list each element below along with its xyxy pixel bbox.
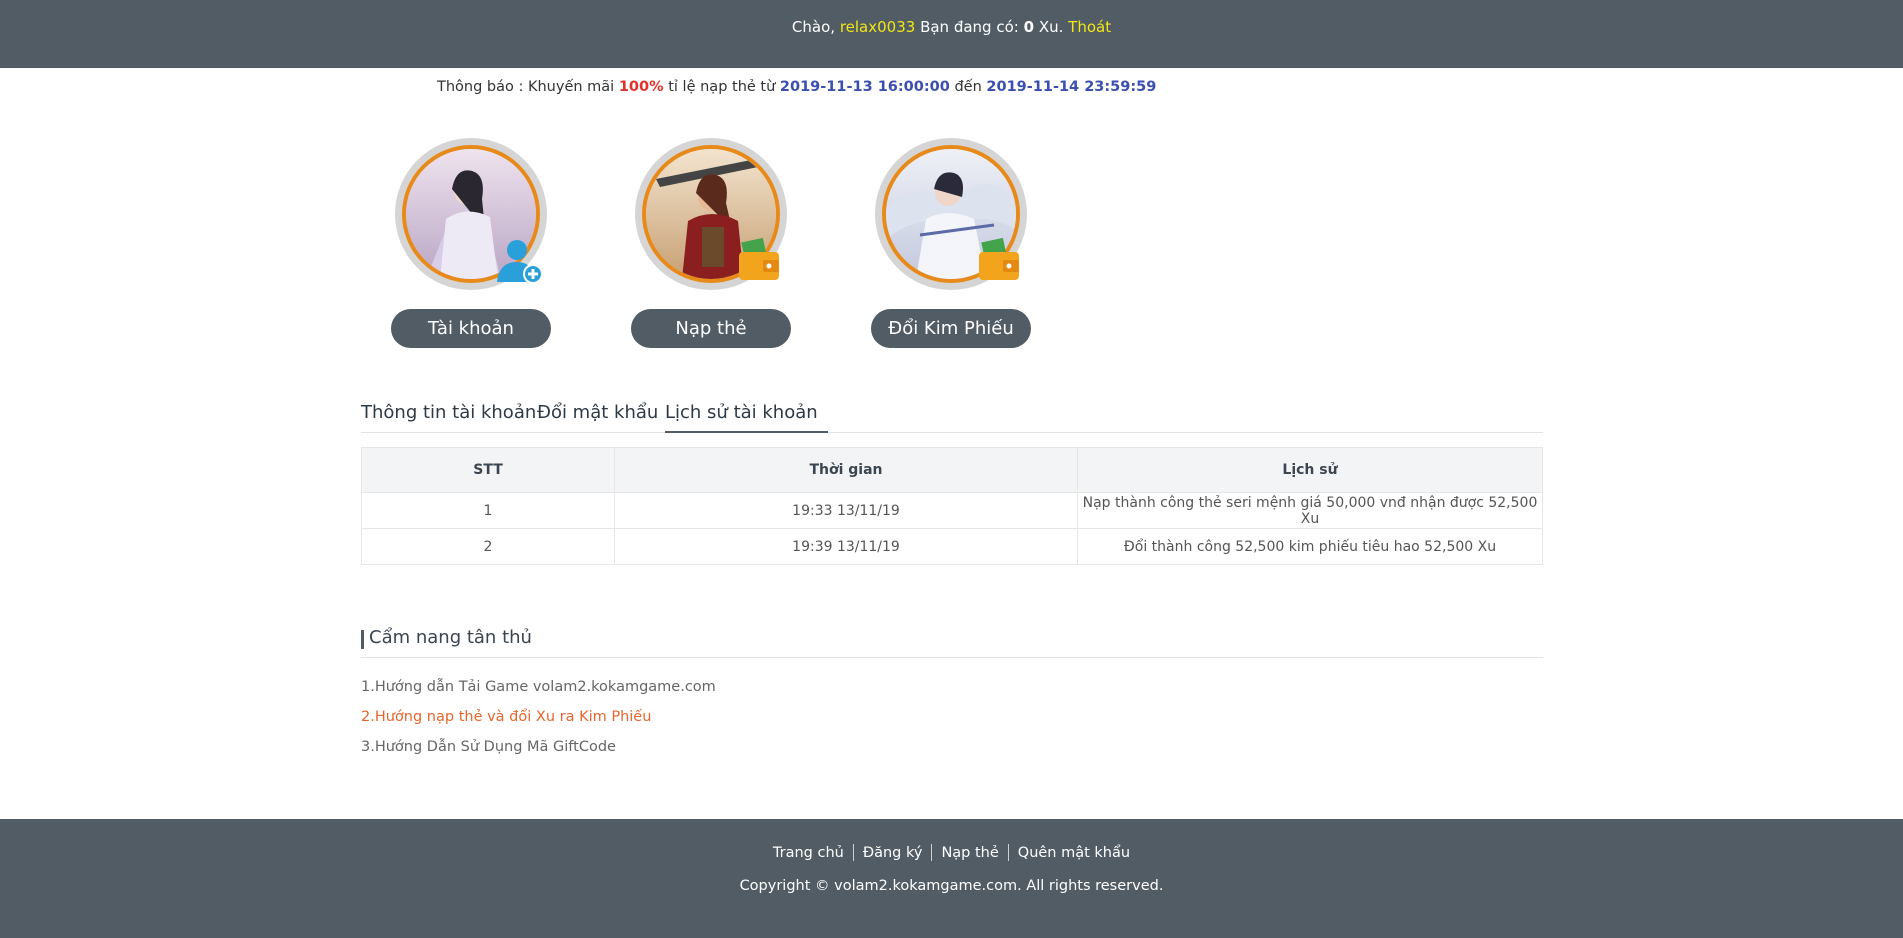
username: relax0033 [839,18,916,36]
footer-link-forgot-password[interactable]: Quên mật khẩu [1009,845,1139,861]
topup-avatar[interactable] [635,138,787,290]
wallet-icon [979,237,1019,280]
footer-link-register[interactable]: Đăng ký [854,845,932,861]
account-tabs: Thông tin tài khoản Đổi mật khẩu Lịch sử… [361,402,1543,433]
cell-history: Nạp thành công thẻ seri mệnh giá 50,000 … [1077,492,1543,529]
add-user-icon [497,240,543,284]
account-button[interactable]: Tài khoản [391,309,551,348]
header-history: Lịch sử [1077,447,1543,493]
promo-notice: Thông báo : Khuyến mãi 100% tỉ lệ nạp th… [437,79,1156,95]
table-row: 1 19:33 13/11/19 Nạp thành công thẻ seri… [361,492,1543,529]
top-bar: Chào, relax0033 Bạn đang có: 0 Xu. Thoát [0,0,1903,68]
history-table: STT Thời gian Lịch sử 1 19:33 13/11/19 N… [361,447,1543,565]
cell-stt: 2 [361,528,615,565]
guide-link-download[interactable]: 1.Hướng dẫn Tải Game volam2.kokamgame.co… [361,679,716,695]
footer-links: Trang chủ Đăng ký Nạp thẻ Quên mật khẩu [0,844,1903,861]
card-account: Tài khoản [391,138,551,348]
balance-value: 0 [1023,18,1035,36]
footer-link-topup[interactable]: Nạp thẻ [932,845,1007,861]
card-exchange: Đổi Kim Phiếu [871,138,1031,348]
exchange-avatar[interactable] [875,138,1027,290]
account-avatar[interactable] [395,138,547,290]
promo-percent: 100% [618,79,664,95]
currency-label: Xu. [1038,18,1064,36]
tab-account-info[interactable]: Thông tin tài khoản [361,402,536,433]
card-topup: Nạp thẻ [631,138,791,348]
guide-section-title: Cẩm nang tân thủ [361,627,1543,658]
greeting-text: Chào, [791,18,836,36]
table-header-row: STT Thời gian Lịch sử [361,447,1543,493]
topup-button[interactable]: Nạp thẻ [631,309,791,348]
exchange-button[interactable]: Đổi Kim Phiếu [871,309,1031,348]
cell-history: Đổi thành công 52,500 kim phiếu tiêu hao… [1077,528,1543,565]
footer-link-home[interactable]: Trang chủ [764,845,853,861]
cell-stt: 1 [361,492,615,529]
cell-time: 19:33 13/11/19 [614,492,1078,529]
balance-label: Bạn đang có: [920,18,1019,36]
guide-link-giftcode[interactable]: 3.Hướng Dẫn Sử Dụng Mã GiftCode [361,739,616,755]
promo-end-date: 2019-11-14 23:59:59 [986,79,1157,95]
tab-account-history[interactable]: Lịch sử tài khoản [665,402,828,433]
footer: Trang chủ Đăng ký Nạp thẻ Quên mật khẩu Cop… [0,819,1903,938]
logout-link[interactable]: Thoát [1068,18,1111,36]
header-time: Thời gian [614,447,1078,493]
notice-middle: tỉ lệ nạp thẻ từ [668,79,776,95]
header-stt: STT [361,447,615,493]
tab-change-password[interactable]: Đổi mật khẩu [537,402,658,433]
guide-link-topup[interactable]: 2.Hướng nạp thẻ và đổi Xu ra Kim Phiếu [361,709,651,725]
cell-time: 19:39 13/11/19 [614,528,1078,565]
notice-prefix: Thông báo : Khuyến mãi [437,79,615,95]
copyright-text: Copyright © volam2.kokamgame.com. All ri… [739,878,1164,894]
wallet-icon [739,237,779,280]
notice-to: đến [954,79,982,95]
table-row: 2 19:39 13/11/19 Đổi thành công 52,500 k… [361,528,1543,565]
promo-start-date: 2019-11-13 16:00:00 [779,79,950,95]
